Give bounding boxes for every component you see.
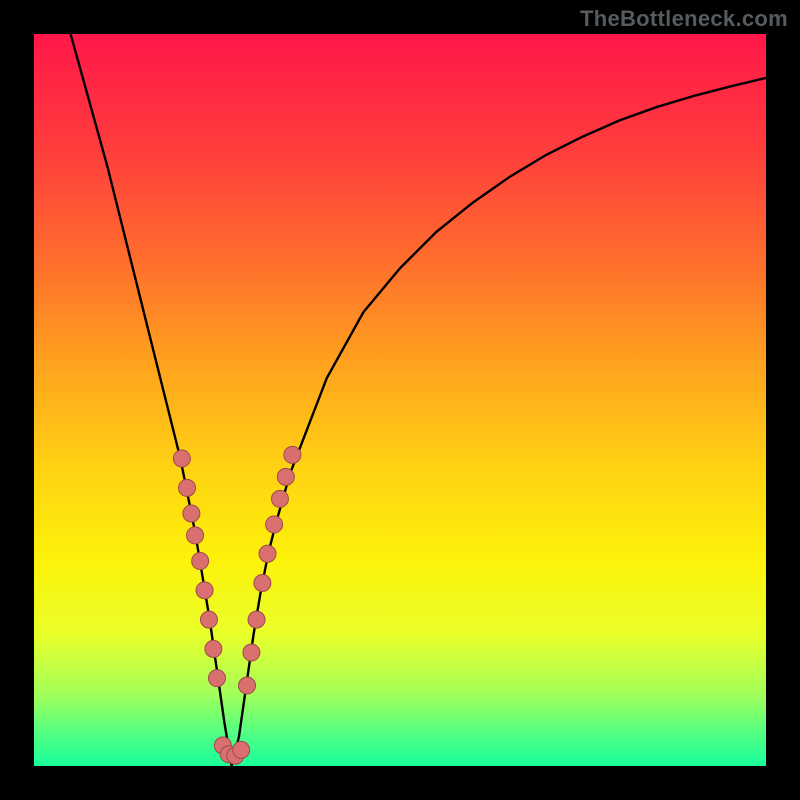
data-dot xyxy=(271,490,288,507)
data-dot xyxy=(209,670,226,687)
chart-svg xyxy=(34,34,766,766)
data-dot xyxy=(178,479,195,496)
data-dot xyxy=(254,575,271,592)
data-dot xyxy=(187,527,204,544)
plot-area xyxy=(34,34,766,766)
data-dot xyxy=(196,582,213,599)
data-dot xyxy=(173,450,190,467)
data-dot xyxy=(243,644,260,661)
watermark-text: TheBottleneck.com xyxy=(580,6,788,32)
data-dot xyxy=(239,677,256,694)
data-dot xyxy=(233,741,250,758)
data-dot xyxy=(200,611,217,628)
data-dot xyxy=(205,640,222,657)
data-dot xyxy=(277,468,294,485)
outer-frame: TheBottleneck.com xyxy=(0,0,800,800)
gradient-background xyxy=(34,34,766,766)
data-dot xyxy=(183,505,200,522)
data-dot xyxy=(192,553,209,570)
data-dot xyxy=(284,446,301,463)
data-dot xyxy=(259,545,276,562)
data-dot xyxy=(266,516,283,533)
data-dot xyxy=(248,611,265,628)
